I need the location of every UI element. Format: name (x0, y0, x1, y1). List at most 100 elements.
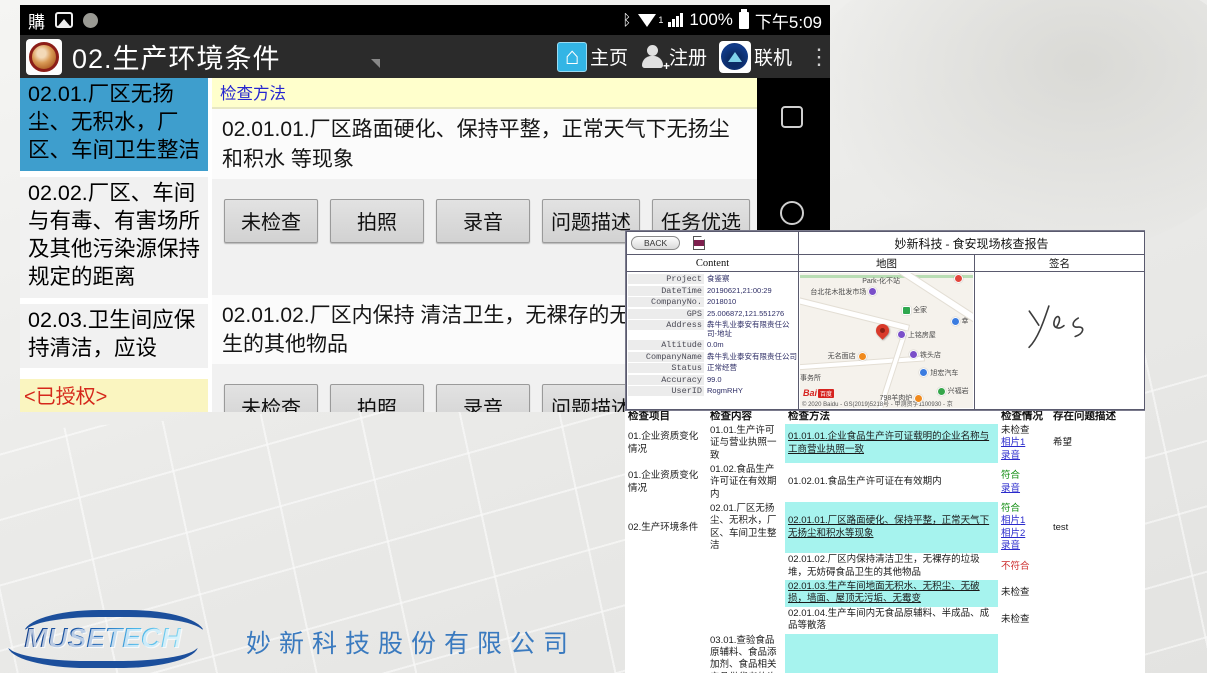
action-button-未检查[interactable]: 未检查 (224, 384, 318, 412)
cell-item: 02.生产环境条件 (625, 502, 707, 553)
report-col-signature: 签名 (975, 255, 1145, 272)
cell-problem (1050, 607, 1145, 634)
table-row: 01.企业资质变化情况01.02.食品生产许可证在有效期内01.02.01.食品… (625, 463, 1145, 502)
cell-method: 03.01.01.企业对采购的食品原料、食品添加剂、食品相关产品向供货者索取许可… (785, 634, 998, 673)
title-caret-icon[interactable] (371, 59, 380, 68)
cell-item (625, 553, 707, 580)
checklist-sidebar: 02.01.厂区无扬尘、无积水，厂区、车间卫生整洁02.02.厂区、车间与有毒、… (20, 78, 212, 412)
report-col-map: 地图 (799, 255, 975, 272)
upload-online-icon (719, 41, 751, 73)
clock: 下午5:09 (755, 8, 822, 33)
field-label: DateTime (628, 286, 704, 296)
action-button-录音[interactable]: 录音 (436, 384, 530, 412)
method-text: 02.01.04.生产车间内无食品原辅料、半成品、成品等散落 (788, 608, 989, 631)
sidebar-item[interactable]: 02.02.厂区、车间与有毒、有害场所及其他污染源保持规定的距离 (20, 177, 208, 298)
status-link[interactable]: 录音 (1001, 483, 1047, 495)
cell-status: 符合相片1相片2录音 (998, 502, 1050, 553)
field-value: 正常经营 (704, 363, 737, 372)
app-bar: 02.生产环境条件 ⌂ 主页 + 注册 联机 ⋮ (20, 35, 830, 78)
content-field: Project食鉴察 (628, 274, 797, 284)
content-field: Status正常经营 (628, 363, 797, 373)
wifi-icon (638, 14, 656, 27)
overflow-menu-icon[interactable]: ⋮ (808, 52, 824, 62)
field-value: 犇牛乳业泰安有限责任公司-地址 (704, 320, 797, 339)
action-button-未检查[interactable]: 未检查 (224, 199, 318, 243)
table-row: 02.01.02.厂区内保持清洁卫生，无裸存的垃圾堆，无妨碍食品卫生的其他物品不… (625, 553, 1145, 580)
action-button-录音[interactable]: 录音 (436, 199, 530, 243)
field-value: 2018010 (704, 297, 736, 306)
field-value: 25.006872,121.551276 (704, 309, 784, 318)
online-button[interactable]: 联机 (715, 39, 796, 75)
method-text: 01.01.01.企业食品生产许可证载明的企业名称与工商营业执照一致 (788, 431, 989, 454)
sidebar-item[interactable]: 02.01.厂区无扬尘、无积水，厂区、车间卫生整洁 (20, 78, 208, 171)
status-link[interactable]: 相片2 (1001, 528, 1047, 540)
status-link[interactable]: 录音 (1001, 540, 1047, 552)
status-text: 不符合 (1001, 561, 1047, 573)
poi-marker-icon (914, 394, 923, 403)
recents-icon[interactable] (781, 106, 803, 128)
poi-marker-icon (954, 274, 963, 283)
map-poi: 无名面店 (828, 351, 867, 361)
status-text: 未检查 (1001, 587, 1047, 599)
online-label: 联机 (754, 43, 792, 70)
cell-method: 01.01.01.企业食品生产许可证载明的企业名称与工商营业执照一致 (785, 424, 998, 463)
handwritten-signature (1017, 300, 1103, 352)
battery-icon (739, 12, 749, 29)
poi-marker-icon (909, 350, 918, 359)
cell-method: 02.01.02.厂区内保持清洁卫生，无裸存的垃圾堆，无妨碍食品卫生的其他物品 (785, 553, 998, 580)
method-text: 02.01.03.生产车间地面无积水、无积尘、无破损，墙面、屋顶无污垢、无霉变 (788, 581, 980, 604)
back-button[interactable]: BACK (631, 236, 680, 250)
cell-content (707, 607, 785, 634)
cell-method: 01.02.01.食品生产许可证在有效期内 (785, 463, 998, 502)
authorized-badge: <已授权> (20, 379, 208, 412)
sidebar-item[interactable]: 02.03.卫生间应保持清洁，应设 (20, 304, 208, 369)
field-value: 犇牛乳业泰安有限责任公司 (704, 352, 797, 361)
action-button-拍照[interactable]: 拍照 (330, 199, 424, 243)
cell-problem (1050, 463, 1145, 502)
signal-icon (668, 13, 683, 27)
cell-status: 未检查相片1录音 (998, 424, 1050, 463)
status-link[interactable]: 录音 (1001, 450, 1047, 462)
status-link[interactable]: 相片1 (1001, 437, 1047, 449)
cell-status: 未检查 (998, 607, 1050, 634)
report-table-panel: 检查项目检查内容检查方法检查情况存在问题描述 01.企业资质变化情况01.01.… (625, 405, 1145, 673)
carrier-glyph: 購 (28, 8, 45, 33)
map-poi: 全家 (902, 305, 927, 315)
status-link[interactable]: 相片1 (1001, 515, 1047, 527)
pdf-export-icon[interactable] (693, 236, 705, 250)
map-poi: 798羊肉炉 (880, 393, 924, 403)
cell-item (625, 607, 707, 634)
baidu-logo: Bai 百度 (803, 388, 834, 398)
field-value: 食鉴察 (704, 274, 730, 283)
home-icon: ⌂ (557, 42, 587, 72)
field-label: CompanyNo. (628, 297, 704, 307)
field-label: CompanyName (628, 352, 704, 362)
app-logo-icon (26, 39, 62, 75)
home-label: 主页 (590, 43, 628, 70)
home-button[interactable]: ⌂ 主页 (553, 40, 632, 74)
map-label: 事务所 (800, 373, 821, 383)
action-button-拍照[interactable]: 拍照 (330, 384, 424, 412)
poi-marker-icon (919, 368, 928, 377)
register-button[interactable]: + 注册 (636, 41, 711, 72)
field-value: 20190621,21:00:29 (704, 286, 772, 295)
cell-item (625, 580, 707, 607)
signature-area[interactable] (975, 272, 1144, 409)
baidu-map[interactable]: Bai 百度 © 2020 Baidu - GS(2019)5218号 - 甲测… (800, 273, 973, 408)
cell-problem: 希望 (1050, 424, 1145, 463)
status-text: 符合 (1001, 503, 1047, 515)
cell-method: 02.01.04.生产车间内无食品原辅料、半成品、成品等散落 (785, 607, 998, 634)
poi-marker-icon (937, 387, 946, 396)
brand-name: MUSETECH (24, 622, 181, 654)
poi-marker-icon (902, 306, 911, 315)
home-circle-icon[interactable] (780, 201, 804, 225)
cell-method: 02.01.01.厂区路面硬化、保持平整，正常天气下无扬尘和积水等现象 (785, 502, 998, 553)
map-poi: 兴福岩 (937, 386, 969, 396)
content-field: CompanyNo.2018010 (628, 297, 797, 307)
check-method-item: 02.01.01.厂区路面硬化、保持平整，正常天气下无扬尘和积水 等现象未检查拍… (212, 109, 757, 249)
add-user-icon: + (640, 44, 666, 70)
page-title: 02.生产环境条件 (72, 37, 281, 76)
method-text: 02.01.01.厂区路面硬化、保持平整，正常天气下无扬尘和积水等现象 (788, 515, 989, 538)
status-bar: 購 ᛒ 1 100% 下午5:09 (20, 5, 830, 35)
table-row: 01.企业资质变化情况01.01.生产许可证与营业执照一致01.01.01.企业… (625, 424, 1145, 463)
